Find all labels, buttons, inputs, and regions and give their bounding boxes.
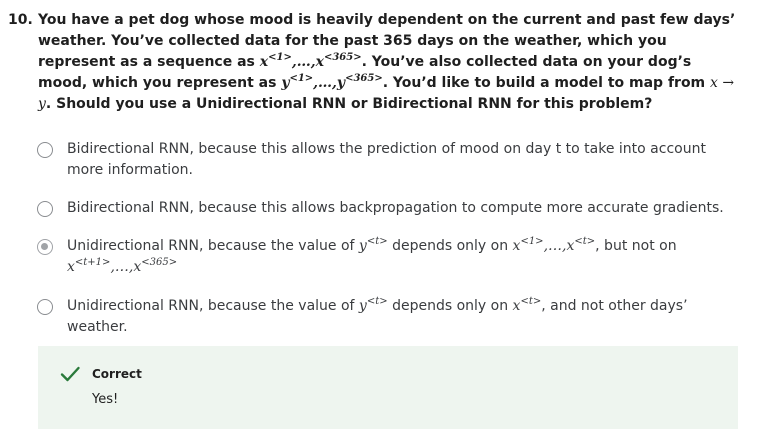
checkmark-icon	[60, 366, 80, 382]
feedback-message: Yes!	[92, 392, 119, 407]
option-label: Unidirectional RNN, because the value of…	[67, 296, 688, 336]
radio-button[interactable]	[37, 142, 53, 158]
question-prompt: 10. You have a pet dog whose mood is hea…	[8, 10, 743, 115]
option-label: Bidirectional RNN, because this allows t…	[67, 141, 706, 178]
question-number: 10.	[8, 12, 33, 28]
radio-button-selected[interactable]	[37, 239, 53, 255]
option-4[interactable]: Unidirectional RNN, because the value of…	[37, 296, 737, 338]
radio-button[interactable]	[37, 299, 53, 315]
option-2[interactable]: Bidirectional RNN, because this allows b…	[37, 198, 737, 219]
option-3[interactable]: Unidirectional RNN, because the value of…	[37, 236, 737, 278]
math-x: x	[259, 54, 269, 70]
feedback-panel: Correct Yes!	[38, 346, 738, 429]
radio-button[interactable]	[37, 201, 53, 217]
feedback-status: Correct	[92, 367, 142, 381]
option-label: Unidirectional RNN, because the value of…	[67, 236, 677, 276]
option-label: Bidirectional RNN, because this allows b…	[67, 200, 724, 216]
option-1[interactable]: Bidirectional RNN, because this allows t…	[37, 139, 737, 181]
question-text: You have a pet dog whose mood is heavily…	[38, 12, 736, 112]
